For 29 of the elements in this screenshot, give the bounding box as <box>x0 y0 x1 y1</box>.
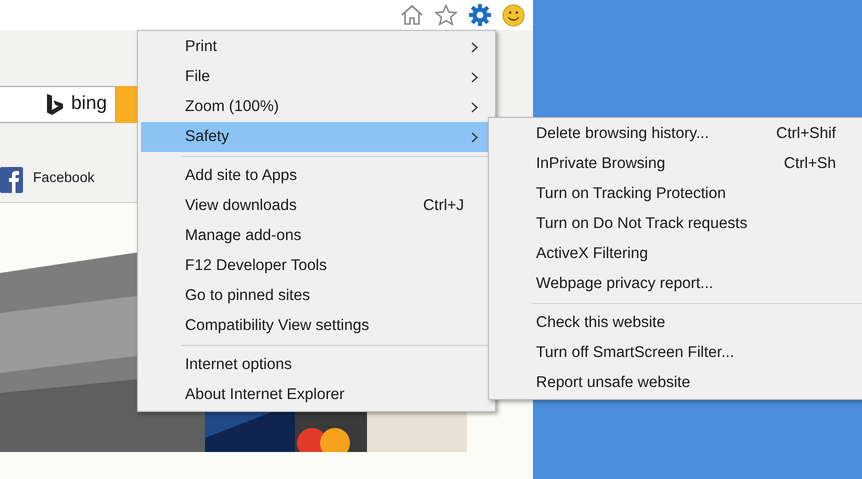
menu-item[interactable]: Check this website <box>492 308 862 338</box>
favorite-link[interactable]: Facebook <box>33 167 94 188</box>
menu-item[interactable]: About Internet Explorer <box>141 380 492 410</box>
menu-item[interactable]: View downloads Ctrl+J <box>141 191 492 221</box>
menu-item[interactable]: Print <box>141 32 492 62</box>
menu-item[interactable]: Internet options <box>141 350 492 380</box>
menu-item[interactable]: Manage add-ons <box>141 221 492 251</box>
menu-item[interactable]: InPrivate Browsing Ctrl+Sh <box>492 149 862 179</box>
facebook-icon[interactable] <box>0 167 23 193</box>
settings-icon[interactable] <box>468 3 492 27</box>
menu-item[interactable]: Compatibility View settings <box>141 311 492 341</box>
menu-item[interactable]: Delete browsing history... Ctrl+Shif <box>492 119 862 149</box>
menu-item[interactable]: Add site to Apps <box>141 161 492 191</box>
menu-item[interactable]: Report unsafe website <box>492 368 862 398</box>
home-icon[interactable] <box>400 4 424 26</box>
star-icon[interactable] <box>434 4 458 26</box>
menu-item[interactable]: Turn on Tracking Protection <box>492 179 862 209</box>
bing-logo-icon <box>45 92 66 116</box>
menu-item[interactable]: ActiveX Filtering <box>492 239 862 269</box>
smiley-icon[interactable] <box>502 4 525 26</box>
menu-item[interactable]: Turn on Do Not Track requests <box>492 209 862 239</box>
menu-item[interactable]: Go to pinned sites <box>141 281 492 311</box>
search-brand: bing <box>71 92 107 116</box>
search-field[interactable]: bing <box>0 86 116 123</box>
menu-item[interactable]: F12 Developer Tools <box>141 251 492 281</box>
menu-item[interactable]: File <box>141 62 492 92</box>
menu-item[interactable]: Zoom (100%) <box>141 92 492 122</box>
menu-item[interactable]: Webpage privacy report... <box>492 269 862 299</box>
menu-item[interactable]: Turn off SmartScreen Filter... <box>492 338 862 368</box>
